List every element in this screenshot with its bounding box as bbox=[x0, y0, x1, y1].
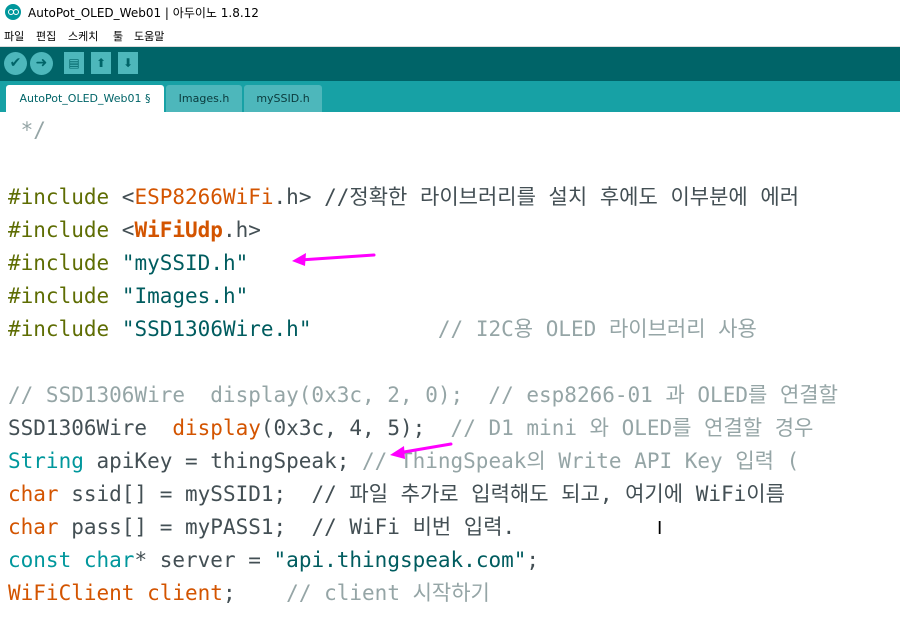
new-sketch-icon[interactable]: ▤ bbox=[64, 52, 84, 74]
window-title: AutoPot_OLED_Web01 | 아두이노 1.8.12 bbox=[28, 6, 259, 20]
code-text: ; bbox=[222, 581, 287, 605]
code-editor[interactable]: */ #include <ESP8266WiFi.h> //정확한 라이브러리를… bbox=[0, 112, 900, 632]
code-line: const char* server = "api.thingspeak.com… bbox=[8, 544, 539, 577]
menu-file[interactable]: 파일 bbox=[4, 28, 24, 44]
string-literal: "Images.h" bbox=[121, 284, 249, 308]
code-line: #include "Images.h" bbox=[8, 280, 248, 313]
library-name: WiFiUdp bbox=[134, 218, 223, 242]
tab-bar: AutoPot_OLED_Web01 § Images.h mySSID.h bbox=[0, 81, 900, 112]
tab-images-h[interactable]: Images.h bbox=[166, 85, 242, 112]
code-text: < bbox=[109, 185, 135, 209]
preprocessor-keyword: #include bbox=[8, 251, 110, 275]
preprocessor-keyword: #include bbox=[8, 317, 110, 341]
preprocessor-keyword: #include bbox=[8, 284, 110, 308]
save-icon[interactable]: ⬇ bbox=[118, 52, 138, 74]
menu-tools[interactable]: 툴 bbox=[113, 28, 123, 44]
comment: // D1 mini 와 OLED를 연결할 경우 bbox=[450, 416, 814, 440]
comment: // WiFi 비번 입력. bbox=[311, 515, 516, 539]
type-keyword: char bbox=[8, 482, 59, 506]
code-text: (0x3c, 4, 5); bbox=[260, 416, 451, 440]
code-line: // SSD1306Wire display(0x3c, 2, 0); // e… bbox=[8, 379, 838, 412]
menu-sketch[interactable]: 스케치 bbox=[68, 28, 98, 44]
code-text: .h> bbox=[222, 218, 261, 242]
type-keyword: char bbox=[8, 515, 59, 539]
code-line: SSD1306Wire display(0x3c, 4, 5); // D1 m… bbox=[8, 412, 813, 445]
toolbar: ✔ ➜ ▤ ⬆ ⬇ bbox=[0, 47, 900, 81]
string-literal: "SSD1306Wire.h" bbox=[121, 317, 312, 341]
upload-icon[interactable]: ➜ bbox=[30, 52, 53, 75]
code-line: String apiKey = thingSpeak; // ThingSpea… bbox=[8, 445, 799, 478]
variable-name: client bbox=[147, 581, 223, 605]
arduino-logo-icon bbox=[5, 4, 21, 20]
open-icon[interactable]: ⬆ bbox=[91, 52, 111, 74]
menu-edit[interactable]: 편집 bbox=[36, 28, 56, 44]
text-cursor-icon: I bbox=[657, 518, 663, 539]
verify-icon[interactable]: ✔ bbox=[4, 52, 27, 75]
code-line: WiFiClient client; // client 시작하기 bbox=[8, 577, 490, 610]
code-line: #include <ESP8266WiFi.h> //정확한 라이브러리를 설치… bbox=[8, 181, 799, 214]
preprocessor-keyword: #include bbox=[8, 185, 110, 209]
title-bar: AutoPot_OLED_Web01 | 아두이노 1.8.12 bbox=[0, 0, 900, 24]
comment: //정확한 라이브러리를 설치 후에도 이부분에 에러 bbox=[324, 185, 800, 209]
code-text: apiKey = thingSpeak; bbox=[83, 449, 363, 473]
code-text: ssid[] = mySSID1; bbox=[58, 482, 312, 506]
comment: // SSD1306Wire display(0x3c, 2, 0); // e… bbox=[8, 383, 838, 407]
code-text: .h> bbox=[273, 185, 325, 209]
string-literal: "mySSID.h" bbox=[121, 251, 249, 275]
code-text: * server = bbox=[134, 548, 274, 572]
library-name: ESP8266WiFi bbox=[134, 185, 274, 209]
code-text: pass[] = myPASS1; bbox=[58, 515, 312, 539]
string-literal: "api.thingspeak.com" bbox=[273, 548, 527, 572]
comment: */ bbox=[8, 118, 46, 142]
type-keyword: const bbox=[8, 548, 72, 572]
preprocessor-keyword: #include bbox=[8, 218, 110, 242]
tab-autopot-oled-web01[interactable]: AutoPot_OLED_Web01 § bbox=[6, 85, 164, 112]
comment: // 파일 추가로 입력해도 되고, 여기에 WiFi이름 bbox=[311, 482, 785, 506]
code-line: #include "SSD1306Wire.h" // I2C용 OLED 라이… bbox=[8, 313, 757, 346]
function-name: display bbox=[172, 416, 261, 440]
code-line: char ssid[] = mySSID1; // 파일 추가로 입력해도 되고… bbox=[8, 478, 785, 511]
code-text: ; bbox=[526, 548, 540, 572]
code-text: < bbox=[109, 218, 135, 242]
code-text: SSD1306Wire bbox=[8, 416, 173, 440]
tab-myssid-h[interactable]: mySSID.h bbox=[244, 85, 322, 112]
code-line: */ bbox=[8, 114, 46, 147]
menu-bar: 파일 편집 스케치 툴 도움말 bbox=[0, 25, 900, 47]
comment: // client 시작하기 bbox=[286, 581, 490, 605]
type-keyword: String bbox=[8, 449, 84, 473]
comment: // ThingSpeak의 Write API Key 입력 ( bbox=[362, 449, 800, 473]
comment: // I2C용 OLED 라이브러리 사용 bbox=[437, 317, 757, 341]
code-line: char pass[] = myPASS1; // WiFi 비번 입력. bbox=[8, 511, 515, 544]
code-line: #include <WiFiUdp.h> bbox=[8, 214, 261, 247]
class-name: WiFiClient bbox=[8, 581, 135, 605]
code-line: #include "mySSID.h" bbox=[8, 247, 248, 280]
menu-help[interactable]: 도움말 bbox=[134, 28, 164, 44]
type-keyword: char bbox=[83, 548, 135, 572]
